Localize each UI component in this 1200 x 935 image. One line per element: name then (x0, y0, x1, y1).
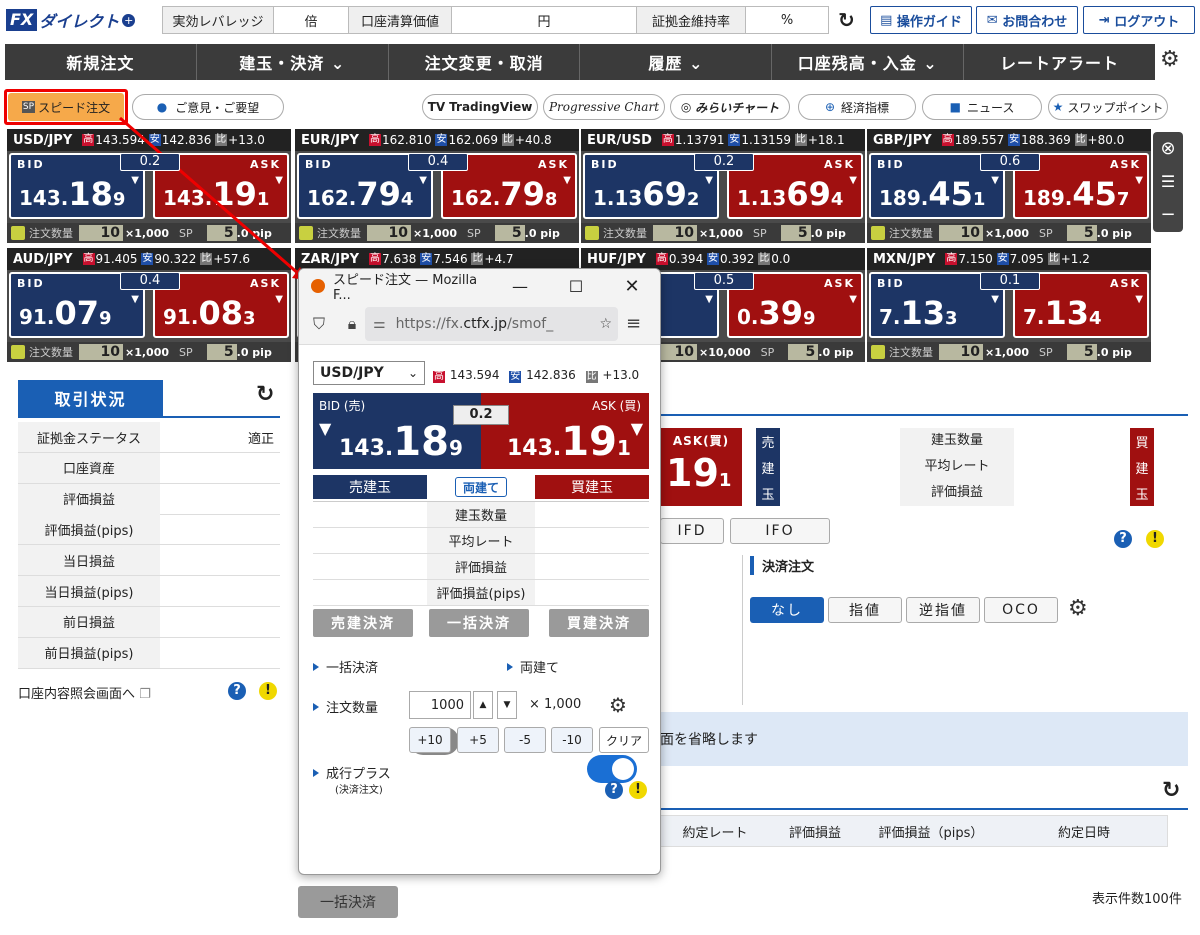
bookmark-star-icon[interactable]: ☆ (599, 316, 612, 332)
popup-ask-last: 1 (616, 436, 631, 460)
popup-bid-last: 9 (448, 436, 463, 460)
popup-alert-icon[interactable]: ! (629, 781, 647, 799)
popup-high: 143.594 (449, 368, 500, 382)
bid-down-arrow-icon: ▼ (319, 419, 332, 438)
triangle-icon (313, 662, 319, 671)
window-close-icon[interactable]: ✕ (604, 276, 660, 297)
popup-row-pl: 評価損益 (427, 554, 535, 579)
qty-unit: × 1,000 (529, 697, 582, 712)
step-plus5[interactable]: +5 (457, 727, 499, 753)
market-plus-row: 成行プラス (313, 763, 391, 782)
change-badge: 比 (585, 371, 598, 383)
popup-ask-big: 19 (561, 419, 617, 465)
chevron-down-icon: ⌄ (407, 366, 418, 380)
qty-up-icon[interactable]: ▲ (473, 691, 493, 719)
tile-spread: 0.2 (694, 153, 754, 171)
popup-titlebar: スピード注文 — Mozilla F... — ☐ ✕ (299, 269, 660, 303)
popup-high-low: 高 143.594 安 142.836 比 +13.0 (433, 368, 639, 383)
permissions-icon: ⚌ (373, 315, 386, 332)
sell-position-header: 売建玉 (313, 475, 427, 499)
step-minus10[interactable]: -10 (551, 727, 593, 753)
both-positions-badge[interactable]: 両建て (455, 477, 507, 497)
window-maximize-icon[interactable]: ☐ (548, 277, 604, 296)
tile-spread: 0.2 (120, 153, 180, 171)
buy-position-header: 買建玉 (535, 475, 649, 499)
popup-low: 142.836 (526, 368, 576, 382)
triangle-icon-3 (313, 702, 319, 711)
url-path: /smof_ (507, 315, 554, 332)
tile-spread: 0.4 (408, 153, 468, 171)
qty-label-row: 注文数量 (313, 697, 378, 716)
market-plus-label: 成行プラス (326, 767, 391, 782)
popup-row-avg: 平均レート (427, 528, 535, 553)
popup-position-table: 建玉数量 平均レート 評価損益 評価損益(pips) (313, 501, 649, 606)
tile-spread: 0.6 (980, 153, 1040, 171)
both-toggle[interactable] (587, 755, 637, 783)
tile-spread: 0.1 (980, 272, 1040, 290)
popup-change: +13.0 (602, 368, 640, 382)
speed-order-window: スピード注文 — Mozilla F... — ☐ ✕ ⛉ 🔒︎ ⚌ https… (298, 268, 661, 875)
url-field[interactable]: ⚌ https://fx. ctfx.jp/smof_ ☆ (365, 306, 618, 341)
ask-down-arrow-icon: ▼ (630, 419, 643, 438)
triangle-icon-2 (507, 662, 513, 671)
menu-icon[interactable]: ≡ (626, 313, 660, 334)
popup-row-pl-pips: 評価損益(pips) (427, 580, 535, 605)
step-plus10[interactable]: +10 (409, 727, 451, 753)
market-plus-sub: (決済注文) (335, 785, 383, 796)
url-host: https://fx. (395, 315, 464, 332)
both-option: 両建て (507, 657, 559, 676)
bulk-settle-option: 一括決済 (313, 657, 378, 676)
tile-spread: 0.4 (120, 272, 180, 290)
popup-spread: 0.2 (453, 405, 509, 425)
window-minimize-icon[interactable]: — (492, 277, 548, 296)
step-minus5[interactable]: -5 (504, 727, 546, 753)
qty-down-icon[interactable]: ▼ (497, 691, 517, 719)
popup-title: スピード注文 — Mozilla F... (333, 273, 478, 303)
sell-settle-button[interactable]: 売建決済 (313, 609, 413, 637)
tile-spread: 0.5 (694, 272, 754, 290)
popup-bid-big: 18 (393, 419, 449, 465)
popup-help-icon[interactable]: ? (605, 781, 623, 799)
qty-input[interactable]: 1000 (409, 691, 471, 719)
firefox-icon (311, 279, 325, 293)
low-badge: 安 (509, 371, 522, 383)
url-domain: ctfx.jp (463, 315, 508, 332)
pair-select[interactable]: USD/JPY ⌄ (313, 361, 425, 385)
qty-label: 注文数量 (326, 701, 379, 716)
popup-row-qty: 建玉数量 (427, 502, 535, 527)
lock-icon[interactable]: 🔒︎ (339, 314, 365, 334)
bulk-settle-option-label: 一括決済 (326, 661, 379, 676)
popup-bid-int: 143. (339, 436, 394, 461)
shield-icon[interactable]: ⛉ (299, 314, 339, 334)
bulk-settle-popup-button[interactable]: 一括決済 (429, 609, 529, 637)
high-badge: 高 (433, 371, 445, 383)
clear-button[interactable]: クリア (599, 727, 649, 753)
buy-settle-button[interactable]: 買建決済 (549, 609, 649, 637)
pair-select-value: USD/JPY (320, 365, 384, 381)
both-option-label: 両建て (520, 661, 560, 676)
triangle-icon-4 (313, 768, 319, 777)
popup-urlbar: ⛉ 🔒︎ ⚌ https://fx. ctfx.jp/smof_ ☆ ≡ (299, 303, 660, 345)
qty-gear-icon[interactable]: ⚙ (609, 693, 627, 717)
popup-ask-int: 143. (507, 436, 562, 461)
